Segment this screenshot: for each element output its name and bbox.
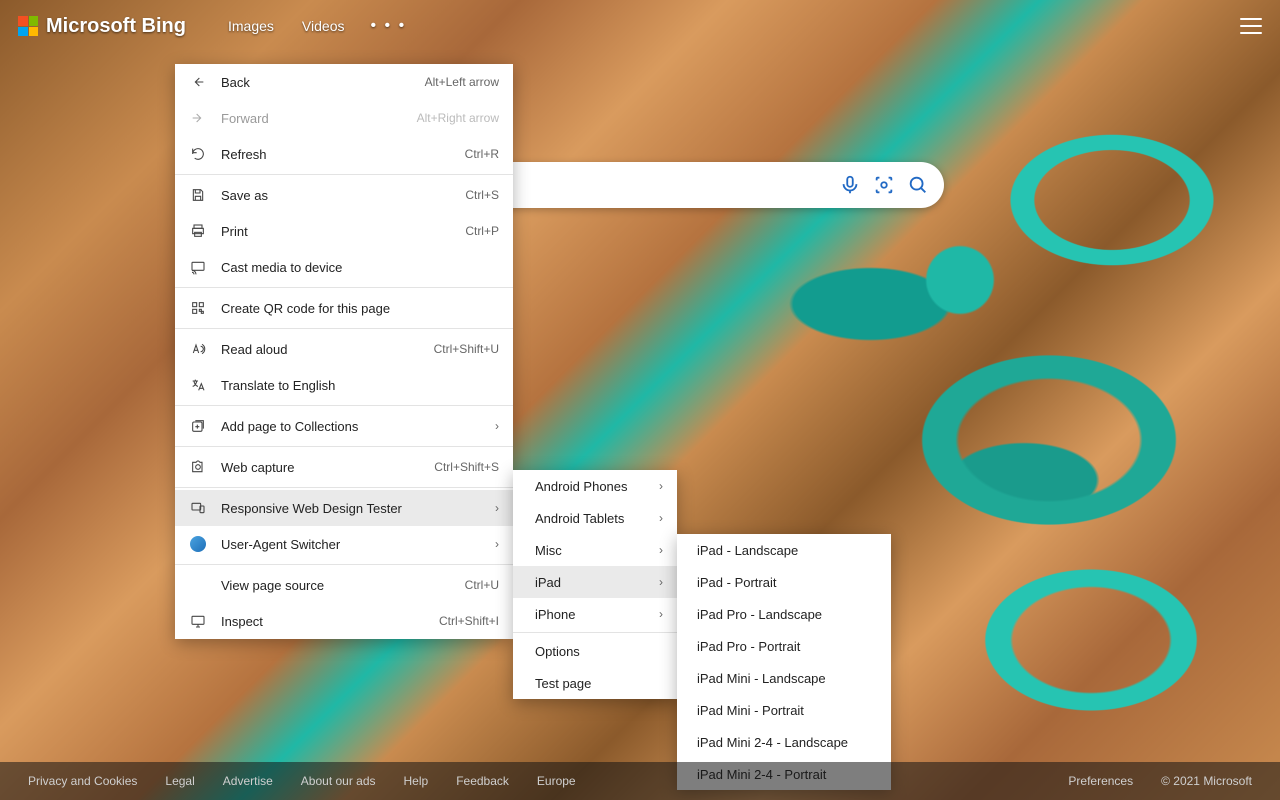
search-button-icon[interactable] [906, 173, 930, 197]
devices-icon [189, 499, 207, 517]
microsoft-logo-icon [18, 16, 38, 36]
ctx-back[interactable]: Back Alt+Left arrow [175, 64, 513, 100]
ctx-forward: Forward Alt+Right arrow [175, 100, 513, 136]
footer-copyright: © 2021 Microsoft [1161, 774, 1252, 788]
separator [513, 632, 677, 633]
hamburger-menu-icon[interactable] [1240, 18, 1262, 34]
header: Microsoft Bing Images Videos • • • [0, 0, 1280, 52]
read-aloud-icon [189, 340, 207, 358]
separator [175, 487, 513, 488]
chevron-right-icon: › [659, 607, 663, 621]
ipad-landscape[interactable]: iPad - Landscape [677, 534, 891, 566]
back-arrow-icon [189, 73, 207, 91]
brand-text: Microsoft Bing [46, 15, 186, 38]
separator [175, 446, 513, 447]
separator [175, 287, 513, 288]
forward-arrow-icon [189, 109, 207, 127]
rwd-android-tablets[interactable]: Android Tablets › [513, 502, 677, 534]
chevron-right-icon: › [659, 511, 663, 525]
footer-preferences[interactable]: Preferences [1068, 774, 1133, 788]
ctx-collections[interactable]: Add page to Collections › [175, 408, 513, 444]
inspect-icon [189, 612, 207, 630]
ctx-refresh[interactable]: Refresh Ctrl+R [175, 136, 513, 172]
collections-icon [189, 417, 207, 435]
nav-images[interactable]: Images [228, 18, 274, 34]
footer-europe[interactable]: Europe [537, 774, 576, 788]
separator [175, 564, 513, 565]
ctx-qr[interactable]: Create QR code for this page [175, 290, 513, 326]
footer-help[interactable]: Help [404, 774, 429, 788]
rwd-misc[interactable]: Misc › [513, 534, 677, 566]
footer-privacy[interactable]: Privacy and Cookies [28, 774, 137, 788]
footer-advertise[interactable]: Advertise [223, 774, 273, 788]
ipad-mini-landscape[interactable]: iPad Mini - Landscape [677, 662, 891, 694]
chevron-right-icon: › [495, 501, 499, 515]
ctx-responsive-tester[interactable]: Responsive Web Design Tester › [175, 490, 513, 526]
footer: Privacy and Cookies Legal Advertise Abou… [0, 762, 1280, 800]
blank-icon [189, 576, 207, 594]
ctx-inspect[interactable]: Inspect Ctrl+Shift+I [175, 603, 513, 639]
print-icon [189, 222, 207, 240]
nav-more-icon[interactable]: • • • [370, 17, 406, 35]
ipad-pro-portrait[interactable]: iPad Pro - Portrait [677, 630, 891, 662]
chevron-right-icon: › [495, 537, 499, 551]
chevron-right-icon: › [659, 479, 663, 493]
ctx-print[interactable]: Print Ctrl+P [175, 213, 513, 249]
ctx-save-as[interactable]: Save as Ctrl+S [175, 177, 513, 213]
separator [175, 405, 513, 406]
qr-icon [189, 299, 207, 317]
ipad-mini24-landscape[interactable]: iPad Mini 2-4 - Landscape [677, 726, 891, 758]
ctx-web-capture[interactable]: Web capture Ctrl+Shift+S [175, 449, 513, 485]
footer-legal[interactable]: Legal [165, 774, 194, 788]
bing-logo[interactable]: Microsoft Bing [18, 15, 186, 38]
ctx-translate[interactable]: Translate to English [175, 367, 513, 403]
separator [175, 328, 513, 329]
chevron-right-icon: › [659, 543, 663, 557]
cast-icon [189, 258, 207, 276]
nav-videos[interactable]: Videos [302, 18, 345, 34]
chevron-right-icon: › [659, 575, 663, 589]
globe-icon [189, 535, 207, 553]
chevron-right-icon: › [495, 419, 499, 433]
separator [175, 174, 513, 175]
ipad-pro-landscape[interactable]: iPad Pro - Landscape [677, 598, 891, 630]
ctx-read-aloud[interactable]: Read aloud Ctrl+Shift+U [175, 331, 513, 367]
rwd-options[interactable]: Options [513, 635, 677, 667]
save-icon [189, 186, 207, 204]
ipad-portrait[interactable]: iPad - Portrait [677, 566, 891, 598]
context-menu: Back Alt+Left arrow Forward Alt+Right ar… [175, 64, 513, 639]
ipad-submenu: iPad - Landscape iPad - Portrait iPad Pr… [677, 534, 891, 790]
rwd-ipad[interactable]: iPad › [513, 566, 677, 598]
rwd-iphone[interactable]: iPhone › [513, 598, 677, 630]
translate-icon [189, 376, 207, 394]
image-search-icon[interactable] [872, 173, 896, 197]
ctx-view-source[interactable]: View page source Ctrl+U [175, 567, 513, 603]
ctx-cast[interactable]: Cast media to device [175, 249, 513, 285]
voice-search-icon[interactable] [838, 173, 862, 197]
rwd-test-page[interactable]: Test page [513, 667, 677, 699]
ipad-mini-portrait[interactable]: iPad Mini - Portrait [677, 694, 891, 726]
footer-about-ads[interactable]: About our ads [301, 774, 376, 788]
refresh-icon [189, 145, 207, 163]
footer-feedback[interactable]: Feedback [456, 774, 509, 788]
ctx-user-agent-switcher[interactable]: User-Agent Switcher › [175, 526, 513, 562]
rwd-submenu: Android Phones › Android Tablets › Misc … [513, 470, 677, 699]
web-capture-icon [189, 458, 207, 476]
rwd-android-phones[interactable]: Android Phones › [513, 470, 677, 502]
